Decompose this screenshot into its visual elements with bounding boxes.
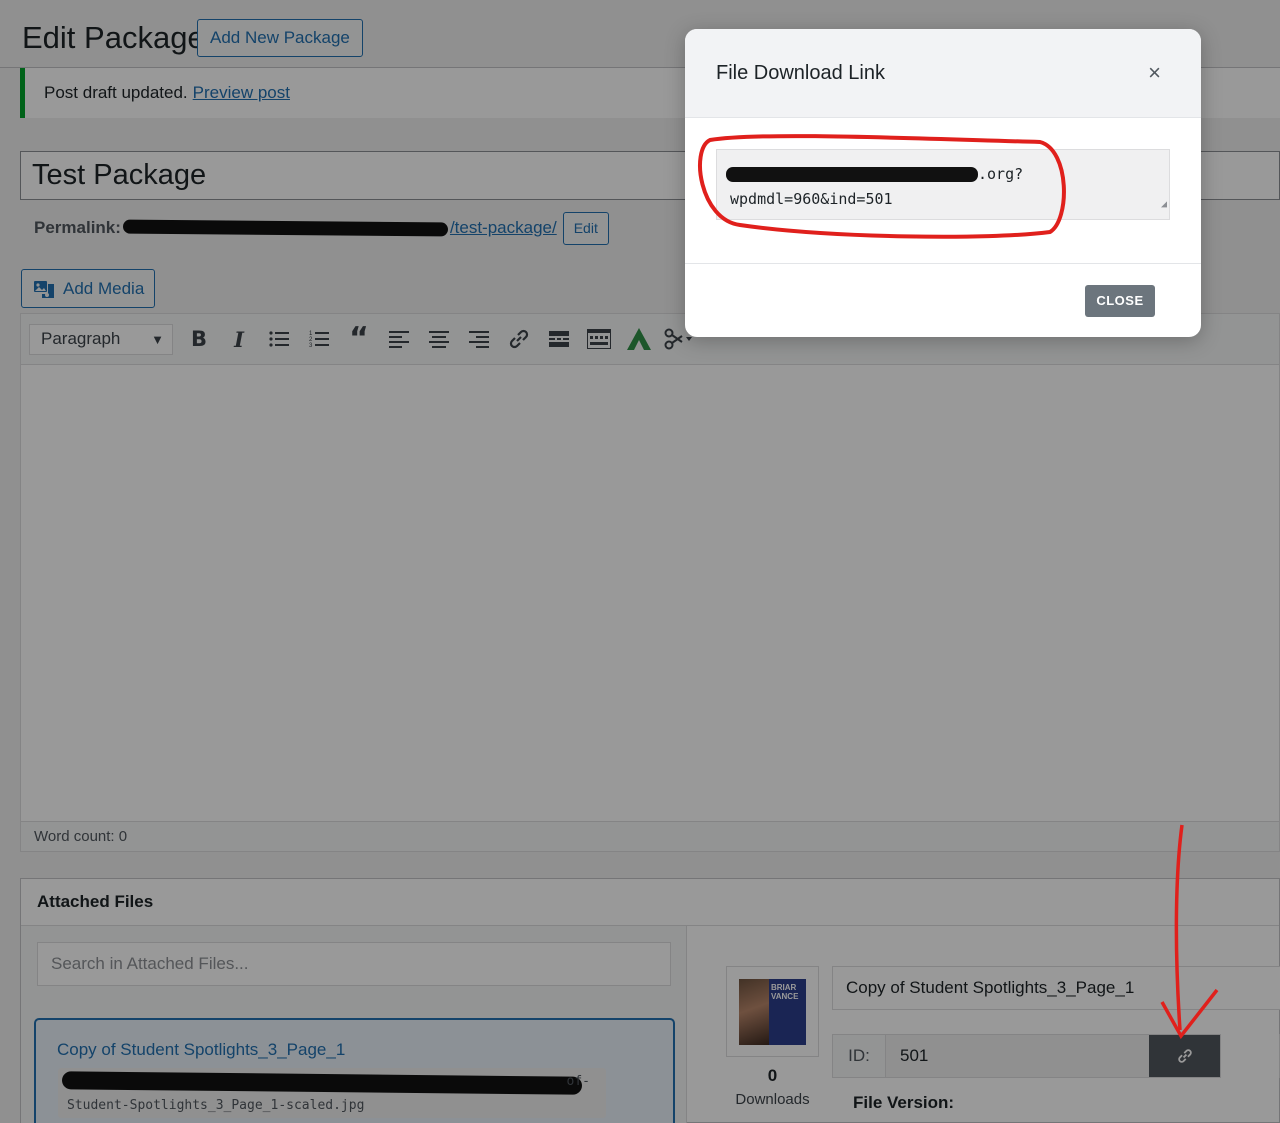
word-count: Word count: 0 bbox=[21, 821, 1279, 851]
preview-post-link[interactable]: Preview post bbox=[193, 83, 290, 103]
attached-files-panel: Attached Files Search in Attached Files.… bbox=[20, 878, 1280, 1123]
add-new-package-button[interactable]: Add New Package bbox=[197, 19, 363, 57]
attached-file-name[interactable]: Copy of Student Spotlights_3_Page_1 bbox=[57, 1040, 345, 1060]
plugin-a-icon[interactable] bbox=[619, 319, 659, 359]
file-path-tail: of- bbox=[566, 1074, 590, 1089]
blockquote-icon[interactable]: “ bbox=[339, 319, 379, 359]
close-button[interactable]: CLOSE bbox=[1085, 284, 1155, 317]
download-link-textarea[interactable]: .org? wpdmdl=960&ind=501 ◢ bbox=[716, 149, 1170, 220]
redaction-mark bbox=[61, 1071, 583, 1095]
add-media-button[interactable]: Add Media bbox=[21, 269, 155, 308]
read-more-icon[interactable] bbox=[539, 319, 579, 359]
downloads-count: 0 bbox=[767, 1066, 778, 1085]
file-id-label: ID: bbox=[833, 1035, 886, 1077]
redaction-mark bbox=[122, 219, 448, 237]
numbered-list-icon[interactable]: 123 bbox=[299, 319, 339, 359]
attached-file-card[interactable]: Copy of Student Spotlights_3_Page_1 of- … bbox=[34, 1018, 675, 1123]
chevron-down-icon: ▼ bbox=[151, 331, 164, 347]
permalink-link[interactable]: /test-package/ bbox=[450, 218, 557, 238]
modal-footer: CLOSE bbox=[685, 264, 1201, 337]
thumbnail-image: BRIAR VANCE bbox=[739, 978, 806, 1045]
bold-icon[interactable]: B bbox=[179, 319, 219, 359]
resize-handle-icon[interactable]: ◢ bbox=[1161, 192, 1167, 217]
file-id-row: ID: 501 bbox=[832, 1034, 1221, 1078]
modal-title: File Download Link bbox=[716, 61, 885, 84]
attached-files-title: Attached Files bbox=[21, 879, 1279, 926]
format-select[interactable]: Paragraph ▼ bbox=[29, 323, 173, 355]
notice-text: Post draft updated. bbox=[44, 83, 188, 102]
content-editor[interactable]: Paragraph ▼ B I 123 “ Word count: 0 bbox=[20, 313, 1280, 852]
permalink-edit-button[interactable]: Edit bbox=[562, 211, 609, 245]
align-left-icon[interactable] bbox=[379, 319, 419, 359]
thumbnail-text: BRIAR VANCE bbox=[769, 978, 806, 1045]
align-center-icon[interactable] bbox=[419, 319, 459, 359]
permalink-row: Permalink: /test-package/ Edit bbox=[34, 211, 609, 245]
link-icon[interactable] bbox=[499, 319, 539, 359]
align-right-icon[interactable] bbox=[459, 319, 499, 359]
file-id-value: 501 bbox=[886, 1035, 1149, 1077]
bullet-list-icon[interactable] bbox=[259, 319, 299, 359]
file-path-name: Student-Spotlights_3_Page_1-scaled.jpg bbox=[67, 1098, 365, 1113]
thumbnail-photo bbox=[739, 978, 769, 1045]
modal-body: .org? wpdmdl=960&ind=501 ◢ bbox=[685, 118, 1201, 264]
svg-text:3: 3 bbox=[309, 343, 313, 348]
format-select-value: Paragraph bbox=[41, 329, 121, 348]
toolbar-toggle-icon[interactable] bbox=[579, 319, 619, 359]
close-icon[interactable]: × bbox=[1148, 62, 1161, 84]
file-details: BRIAR VANCE 0 Downloads Copy of Student … bbox=[707, 926, 1280, 1123]
media-icon bbox=[34, 280, 54, 298]
attached-files-list: Search in Attached Files... Copy of Stud… bbox=[21, 926, 687, 1123]
italic-icon[interactable]: I bbox=[219, 319, 259, 359]
download-link-line2: wpdmdl=960&ind=501 bbox=[730, 190, 893, 208]
file-thumbnail: BRIAR VANCE bbox=[726, 966, 819, 1057]
file-download-link-modal: File Download Link × .org? wpdmdl=960&in… bbox=[685, 29, 1201, 337]
attached-files-search-input[interactable]: Search in Attached Files... bbox=[37, 942, 671, 986]
file-version-label: File Version: bbox=[853, 1093, 955, 1112]
file-title-input[interactable]: Copy of Student Spotlights_3_Page_1 bbox=[832, 966, 1280, 1010]
copy-download-link-button[interactable] bbox=[1149, 1035, 1220, 1077]
add-media-label: Add Media bbox=[63, 278, 145, 298]
page-title: Edit Package bbox=[22, 20, 205, 55]
redaction-mark bbox=[726, 167, 978, 182]
modal-header: File Download Link × bbox=[685, 29, 1201, 118]
download-link-line1: .org? bbox=[978, 165, 1024, 183]
permalink-label: Permalink: bbox=[34, 218, 121, 237]
downloads-label: Downloads bbox=[735, 1091, 810, 1108]
attached-file-path: of- Student-Spotlights_3_Page_1-scaled.j… bbox=[58, 1068, 606, 1118]
link-icon bbox=[1177, 1049, 1192, 1063]
